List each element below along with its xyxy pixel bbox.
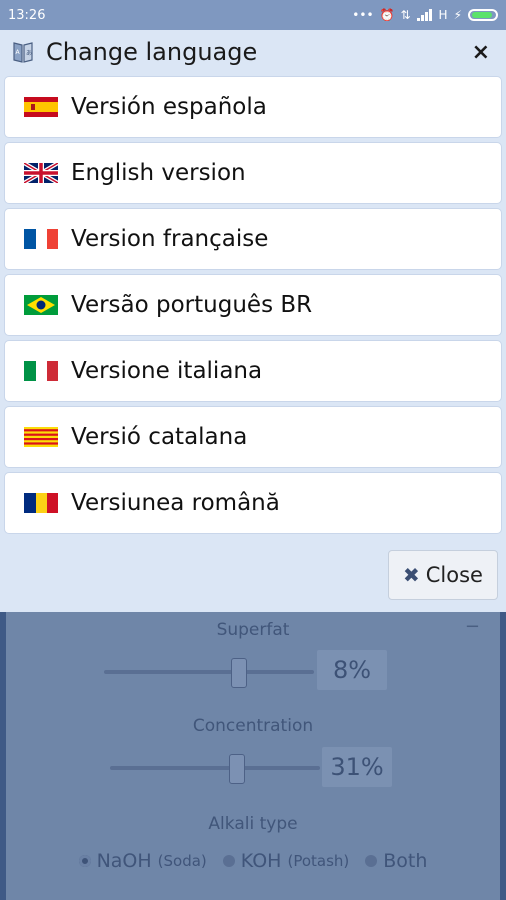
- language-label: Versão português BR: [71, 292, 313, 318]
- language-item-english[interactable]: English version: [4, 142, 502, 204]
- radio-naoh[interactable]: NaOH (Soda): [78, 850, 207, 872]
- romania-flag-icon: [24, 493, 58, 513]
- language-item-catalan[interactable]: Versió catalana: [4, 406, 502, 468]
- more-dots-icon: •••: [352, 8, 374, 22]
- alkali-type-label: Alkali type: [208, 814, 298, 834]
- language-label: English version: [71, 160, 246, 186]
- close-icon: ✖: [403, 563, 420, 587]
- superfat-slider[interactable]: [104, 670, 314, 674]
- status-bar: 13:26 ••• ⏰ ⇅ H ⚡: [0, 0, 506, 30]
- radio-dot: [78, 855, 91, 867]
- language-list: Versión española English version Version…: [4, 76, 502, 538]
- alkali-type-options: NaOH (Soda) KOH (Potash) Both: [6, 850, 500, 872]
- spain-flag-icon: [24, 97, 58, 117]
- language-label: Version française: [71, 226, 269, 252]
- battery-icon: [468, 9, 498, 21]
- language-label: Versione italiana: [71, 358, 263, 384]
- radio-dot: [222, 855, 235, 867]
- charging-icon: ⚡: [453, 8, 462, 22]
- svg-text:あ: あ: [26, 50, 32, 57]
- background-app: − Superfat 8% Concentration 31% Alkali t…: [6, 612, 500, 900]
- france-flag-icon: [24, 229, 58, 249]
- status-time: 13:26: [8, 7, 46, 23]
- language-item-spanish[interactable]: Versión española: [4, 76, 502, 138]
- language-item-romanian[interactable]: Versiunea română: [4, 472, 502, 534]
- uk-flag-icon: [24, 163, 58, 183]
- language-item-portuguese-br[interactable]: Versão português BR: [4, 274, 502, 336]
- superfat-label: Superfat: [216, 620, 290, 640]
- dialog-title: Change language: [46, 38, 258, 66]
- concentration-value[interactable]: 31%: [322, 747, 392, 787]
- close-icon[interactable]: ×: [466, 40, 496, 65]
- language-label: Versión española: [71, 94, 267, 120]
- radio-both[interactable]: Both: [365, 850, 427, 872]
- catalonia-flag-icon: [24, 427, 58, 447]
- network-type: H: [438, 8, 448, 22]
- close-button-label: Close: [425, 563, 483, 587]
- italy-flag-icon: [24, 361, 58, 381]
- alarm-icon: ⏰: [379, 8, 395, 22]
- data-transfer-icon: ⇅: [400, 8, 411, 22]
- concentration-label: Concentration: [192, 716, 314, 736]
- superfat-slider-thumb[interactable]: [231, 658, 247, 688]
- language-label: Versió catalana: [71, 424, 248, 450]
- brazil-flag-icon: [24, 295, 58, 315]
- language-item-italian[interactable]: Versione italiana: [4, 340, 502, 402]
- change-language-dialog: A あ Change language × Versión española E…: [0, 30, 506, 612]
- radio-dot: [365, 855, 378, 867]
- language-label: Versiunea română: [71, 490, 280, 516]
- concentration-slider-thumb[interactable]: [229, 754, 245, 784]
- signal-icon: [416, 9, 432, 21]
- dictionary-book-icon: A あ: [13, 42, 33, 63]
- superfat-value[interactable]: 8%: [317, 650, 387, 690]
- language-item-french[interactable]: Version française: [4, 208, 502, 270]
- close-button[interactable]: ✖ Close: [388, 550, 498, 600]
- radio-koh[interactable]: KOH (Potash): [222, 850, 349, 872]
- status-icons: ••• ⏰ ⇅ H ⚡: [352, 8, 498, 22]
- dialog-header: A あ Change language ×: [0, 30, 506, 74]
- concentration-slider[interactable]: [110, 766, 320, 770]
